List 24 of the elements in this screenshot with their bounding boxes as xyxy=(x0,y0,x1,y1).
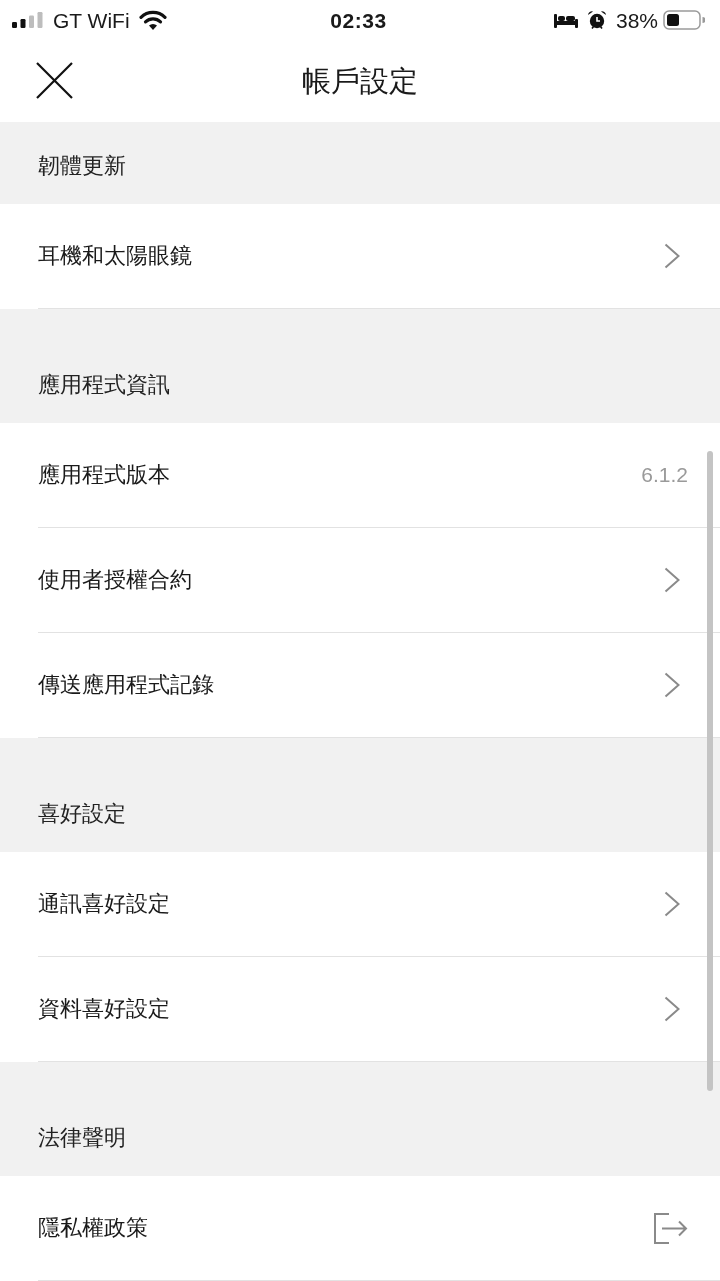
chevron-right-icon xyxy=(664,996,680,1022)
battery-percentage: 38% xyxy=(615,9,658,31)
signal-bars-icon xyxy=(12,12,44,28)
clock-time: 02:33 xyxy=(330,9,387,31)
arrow-out-of-box-icon xyxy=(654,1212,688,1244)
chevron-right-icon xyxy=(664,672,680,698)
section-header: 應用程式資訊 xyxy=(0,309,720,423)
external-link-row[interactable]: 隱私權政策 xyxy=(0,1176,720,1281)
page-title: 帳戶設定 xyxy=(302,66,418,96)
bed-icon xyxy=(553,12,578,28)
close-button[interactable] xyxy=(36,62,73,99)
row-label: 應用程式版本 xyxy=(38,461,170,489)
version-value: 6.1.2 xyxy=(641,462,688,488)
chevron-right-icon xyxy=(664,891,680,917)
section-header: 法律聲明 xyxy=(0,1062,720,1176)
wifi-icon xyxy=(138,10,167,30)
section-header: 韌體更新 xyxy=(0,122,720,204)
carrier-name: GT WiFi xyxy=(53,9,130,31)
chevron-right-icon xyxy=(664,567,680,593)
alarm-clock-icon xyxy=(586,10,607,30)
battery-icon xyxy=(663,10,705,30)
chevron-right-icon xyxy=(664,243,680,269)
close-icon xyxy=(36,62,73,99)
section-header: 喜好設定 xyxy=(0,738,720,852)
